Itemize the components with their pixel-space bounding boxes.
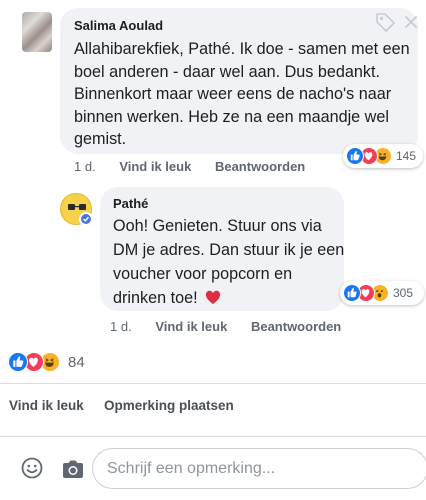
comment-input[interactable] bbox=[92, 448, 426, 489]
post-comment-button[interactable]: Opmerking plaatsen bbox=[104, 398, 234, 413]
verified-badge-icon bbox=[79, 212, 93, 226]
reply-text: Ooh! Genieten. Stuur ons via DM je adres… bbox=[113, 217, 345, 307]
like-reaction-icon bbox=[343, 284, 361, 302]
reply-text-block: Ooh! Genieten. Stuur ons via DM je adres… bbox=[113, 214, 345, 310]
reply-time[interactable]: 1 d. bbox=[110, 319, 132, 334]
post-reactions[interactable]: 84 bbox=[8, 352, 85, 372]
emoji-icon[interactable] bbox=[21, 457, 43, 479]
reply-reply-link[interactable]: Beantwoorden bbox=[251, 319, 341, 334]
comment-time[interactable]: 1 d. bbox=[74, 159, 96, 174]
tag-icon[interactable] bbox=[374, 11, 396, 33]
post-like-button[interactable]: Vind ik leuk bbox=[9, 398, 84, 413]
comment-reactions[interactable]: 145 bbox=[343, 144, 423, 168]
reply-like-link[interactable]: Vind ik leuk bbox=[155, 319, 227, 334]
reply-reactions[interactable]: 305 bbox=[340, 281, 424, 305]
reply-reaction-count: 305 bbox=[393, 286, 414, 300]
divider bbox=[0, 436, 426, 437]
like-reaction-icon bbox=[8, 352, 28, 372]
post-reaction-count: 84 bbox=[68, 353, 85, 371]
heart-emoji-icon bbox=[205, 290, 221, 304]
comment-reaction-count: 145 bbox=[396, 149, 417, 163]
divider bbox=[0, 383, 426, 384]
reply-author[interactable]: Pathé bbox=[113, 196, 148, 211]
comment-reply-link[interactable]: Beantwoorden bbox=[215, 159, 305, 174]
camera-icon[interactable] bbox=[61, 459, 85, 479]
close-icon[interactable] bbox=[403, 14, 419, 30]
comment-author[interactable]: Salima Aoulad bbox=[74, 18, 163, 33]
like-reaction-icon bbox=[346, 147, 364, 165]
comment-meta: 1 d. Vind ik leuk Beantwoorden bbox=[74, 159, 325, 174]
comment-like-link[interactable]: Vind ik leuk bbox=[119, 159, 191, 174]
reply-meta: 1 d. Vind ik leuk Beantwoorden bbox=[110, 319, 361, 334]
avatar-salima[interactable] bbox=[22, 12, 52, 52]
comment-text: Allahibarekfiek, Pathé. Ik doe - samen m… bbox=[74, 40, 410, 148]
